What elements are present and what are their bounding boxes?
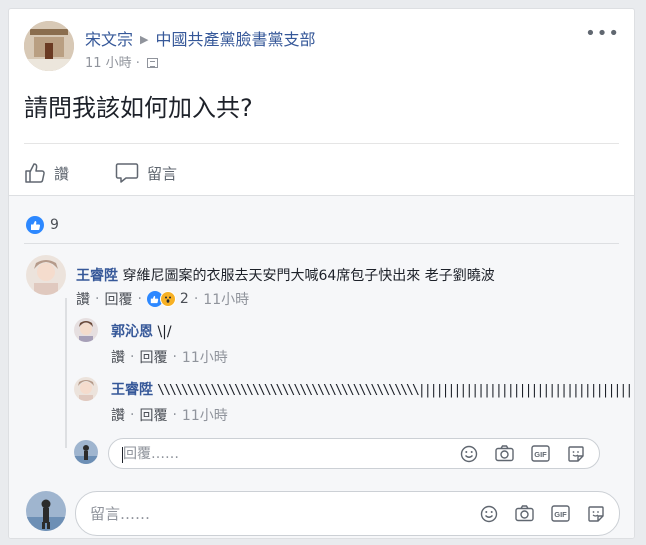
post-card: 宋文宗 ▶ 中國共產黨臉書黨支部 11 小時 · ••• 請問我該如何加入共? 讚 … — [8, 8, 635, 539]
reply-time[interactable]: 11小時 — [182, 347, 228, 367]
reply-body: 王睿陞 \\\\\\\\\\\\\\\\\\\\\\\\\\\\\\\\\\\\… — [111, 379, 634, 399]
sticker-icon[interactable] — [567, 445, 585, 463]
post-meta: 11 小時 · — [85, 52, 159, 71]
reply-time[interactable]: 11小時 — [182, 405, 228, 425]
emoji-icon[interactable] — [480, 505, 498, 523]
reply-meta: 讚 · 回覆 · 11小時 — [111, 347, 228, 367]
gif-icon[interactable]: GIF — [531, 445, 550, 462]
thumbs-up-icon — [25, 163, 45, 183]
divider — [24, 143, 619, 144]
camera-icon[interactable] — [495, 445, 514, 462]
post-text: 請問我該如何加入共? — [24, 94, 253, 122]
comment-text: 穿維尼圖案的衣服去天安門大喊64席包子快出來 老子劉曉波 — [122, 268, 495, 284]
comment-reaction-count[interactable]: 2 — [180, 291, 189, 307]
divider — [24, 243, 619, 244]
reply-avatar[interactable] — [74, 377, 98, 401]
reply-reply-link[interactable]: 回覆 — [139, 347, 167, 367]
reply-text: \|/ — [157, 324, 172, 340]
reactions-summary[interactable]: 9 — [26, 216, 59, 234]
post-time[interactable]: 11 小時 · — [85, 56, 144, 71]
wow-reaction-icon — [159, 291, 176, 307]
like-reaction-icon — [26, 216, 44, 234]
like-label: 讚 — [54, 164, 70, 183]
svg-text:GIF: GIF — [534, 450, 547, 459]
comments-section: 9 王睿陞 穿維尼圖案的衣服去天安門大喊64席包子快出來 老子劉曉波 讚 · 回覆… — [9, 195, 634, 538]
comment-author[interactable]: 王睿陞 — [76, 268, 118, 284]
reply-reply-link[interactable]: 回覆 — [139, 405, 167, 425]
reply-author[interactable]: 郭沁恩 — [111, 324, 153, 340]
reply-meta: 讚 · 回覆 · 11小時 — [111, 405, 228, 425]
reaction-count: 9 — [50, 217, 59, 233]
comment-icon — [115, 163, 139, 183]
comment-time[interactable]: 11小時 — [203, 289, 249, 309]
sticker-icon[interactable] — [587, 505, 605, 523]
audience-icon[interactable] — [147, 58, 159, 68]
current-user-avatar — [74, 440, 98, 464]
reply-input[interactable] — [123, 439, 423, 468]
comment-label: 留言 — [147, 164, 178, 183]
author-name[interactable]: 宋文宗 — [85, 30, 133, 49]
like-button[interactable]: 讚 — [24, 153, 69, 193]
comment-reply-link[interactable]: 回覆 — [104, 289, 132, 309]
camera-icon[interactable] — [515, 505, 534, 522]
author-avatar[interactable] — [24, 21, 74, 71]
emoji-icon[interactable] — [460, 445, 478, 463]
group-name[interactable]: 中國共產黨臉書黨支部 — [155, 30, 315, 49]
reply-avatar[interactable] — [74, 318, 98, 342]
gif-icon[interactable]: GIF — [551, 505, 570, 522]
more-options-icon[interactable]: ••• — [585, 23, 620, 44]
reply-body: 郭沁恩 \|/ — [111, 321, 172, 341]
reply-text: \\\\\\\\\\\\\\\\\\\\\\\\\\\\\\\\\\\\\\\\… — [157, 383, 634, 398]
comment-input[interactable] — [90, 492, 390, 535]
reply-like-link[interactable]: 讚 — [111, 347, 125, 367]
reply-input-icons: GIF — [443, 439, 585, 468]
reply-author[interactable]: 王睿陞 — [111, 382, 153, 398]
post-header: 宋文宗 ▶ 中國共產黨臉書黨支部 11 小時 · ••• — [24, 21, 624, 71]
comment-like-link[interactable]: 讚 — [76, 289, 90, 309]
svg-text:GIF: GIF — [554, 510, 567, 519]
thread-line — [65, 298, 67, 448]
reply-input-box[interactable]: GIF — [108, 438, 600, 469]
triangle-right-icon: ▶ — [140, 33, 149, 46]
commenter-avatar[interactable] — [26, 255, 66, 295]
reply-like-link[interactable]: 讚 — [111, 405, 125, 425]
comment-meta: 讚 · 回覆 · 2 · 11小時 — [76, 289, 250, 309]
comment-body: 王睿陞 穿維尼圖案的衣服去天安門大喊64席包子快出來 老子劉曉波 — [76, 265, 495, 285]
comment-button[interactable]: 留言 — [115, 153, 177, 193]
comment-input-icons: GIF — [463, 492, 605, 535]
post-title-line: 宋文宗 ▶ 中國共產黨臉書黨支部 — [85, 26, 316, 50]
current-user-avatar — [26, 491, 66, 531]
comment-input-box[interactable]: GIF — [75, 491, 620, 536]
